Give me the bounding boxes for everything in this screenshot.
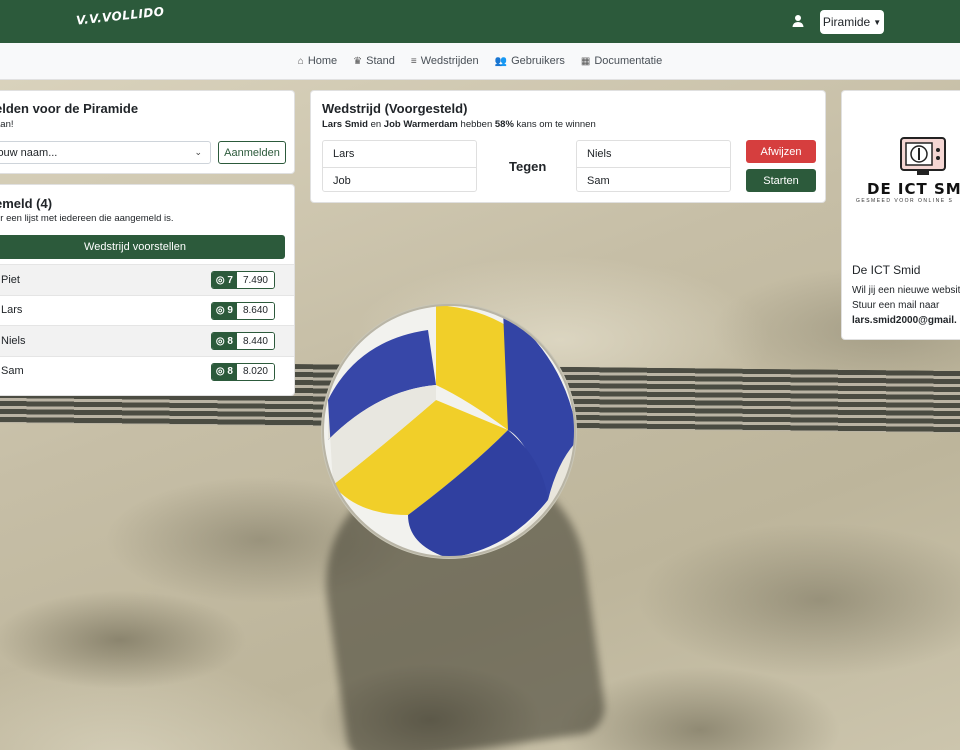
nav-documentatie-label: Documentatie: [594, 55, 663, 67]
player-score: 8.020: [236, 363, 274, 380]
match-win-chance: Lars Smid en Job Warmerdam hebben 58% ka…: [322, 119, 596, 130]
sponsor-line-2: Stuur een mail naar: [852, 300, 940, 311]
match-card: Wedstrijd (Voorgesteld) Lars Smid en Job…: [310, 90, 826, 203]
player-row[interactable]: Piet ◎ 7 7.490: [0, 264, 294, 295]
list-icon: ≡: [410, 55, 417, 67]
sponsor-text: Wil jij een nieuwe websit Stuur een mail…: [852, 283, 960, 328]
team-a: Lars Job: [322, 140, 477, 192]
player-rank-value: 8: [227, 366, 233, 377]
users-icon: 👥: [494, 55, 508, 67]
player-rank: ◎ 8: [211, 333, 237, 349]
signup-card: elden voor de Piramide aan! jouw naam...…: [0, 90, 295, 174]
nav-wedstrijden[interactable]: ≡ Wedstrijden: [411, 55, 479, 67]
home-icon: ⌂: [297, 55, 304, 67]
volleyball-icon: ◎: [215, 274, 225, 286]
player-row[interactable]: Lars ◎ 9 8.640: [0, 294, 294, 326]
match-player-b: Job Warmerdam: [383, 119, 458, 130]
match-verb: hebben: [460, 119, 493, 130]
player-score: 8.440: [236, 333, 274, 349]
volleyball-icon: ◎: [215, 366, 225, 377]
match-chance: 58%: [494, 119, 514, 130]
volleyball-icon: ◎: [215, 305, 225, 316]
monitor-icon: [900, 137, 946, 175]
player-score: 8.640: [236, 302, 274, 319]
nav-stand-label: Stand: [366, 55, 395, 67]
registered-card: emeld (4) er een lijst met iedereen die …: [0, 184, 295, 396]
player-rank: ◎ 7: [211, 272, 237, 288]
chevron-down-icon: ⌄: [194, 147, 202, 157]
reject-button[interactable]: Afwijzen: [746, 140, 816, 163]
volleyball-image: [321, 303, 577, 559]
crown-icon: ♛: [353, 55, 363, 67]
caret-down-icon: ▼: [873, 17, 882, 27]
sponsor-card[interactable]: DE ICT SMI GESMEED VOOR ONLINE S De ICT …: [841, 90, 960, 340]
name-select-value: jouw naam...: [0, 146, 58, 159]
team-b-player: Sam: [577, 167, 730, 193]
nav-wedstrijden-label: Wedstrijden: [420, 55, 479, 67]
player-list: Piet ◎ 7 7.490 Lars ◎ 9 8.640 Niels ◎ 8 …: [0, 264, 294, 387]
player-name: Piet: [1, 273, 20, 286]
player-row[interactable]: Sam ◎ 8 8.020: [0, 355, 294, 387]
signup-button[interactable]: Aanmelden: [218, 141, 286, 164]
sponsor-title: De ICT Smid: [852, 263, 921, 277]
player-name: Niels: [1, 334, 26, 347]
sponsor-tagline: GESMEED VOOR ONLINE S: [856, 198, 954, 204]
nav-gebruikers-label: Gebruikers: [511, 55, 565, 67]
team-b: Niels Sam: [576, 140, 731, 192]
sponsor-email[interactable]: lars.smid2000@gmail.: [852, 313, 960, 328]
piramide-dropdown[interactable]: Piramide ▼: [820, 10, 884, 34]
player-rating-badge: ◎ 8 8.020: [210, 362, 275, 381]
player-rating-badge: ◎ 8 8.440: [210, 332, 275, 350]
user-icon[interactable]: [791, 14, 805, 28]
name-select[interactable]: jouw naam... ⌄: [0, 141, 211, 164]
player-rank-value: 9: [227, 305, 233, 316]
player-rank-value: 8: [227, 335, 233, 347]
registered-title: emeld (4): [0, 196, 53, 211]
start-button[interactable]: Starten: [746, 169, 816, 192]
player-rank: ◎ 9: [211, 302, 237, 319]
registered-subtitle: er een lijst met iedereen die aangemeld …: [0, 213, 174, 224]
player-rating-badge: ◎ 7 7.490: [210, 271, 275, 289]
nav-documentatie[interactable]: ▦ Documentatie: [581, 55, 662, 67]
boxes-icon: ▦: [580, 55, 591, 67]
volleyball-icon: ◎: [215, 335, 225, 347]
top-bar: V.V.VOLLIDO Piramide ▼: [0, 0, 960, 43]
versus-label: Tegen: [509, 159, 547, 174]
team-a-player: Lars: [333, 148, 355, 160]
sponsor-line-1: Wil jij een nieuwe websit: [852, 285, 960, 296]
player-rating-badge: ◎ 9 8.640: [210, 301, 275, 320]
match-title: Wedstrijd (Voorgesteld): [322, 101, 468, 116]
nav-gebruikers[interactable]: 👥 Gebruikers: [495, 55, 565, 67]
signup-title: elden voor de Piramide: [0, 101, 139, 116]
player-rank: ◎ 8: [211, 363, 237, 380]
match-joiner: en: [370, 119, 382, 130]
sponsor-brand: DE ICT SMI: [867, 180, 960, 198]
player-row[interactable]: Niels ◎ 8 8.440: [0, 325, 294, 356]
propose-match-button[interactable]: Wedstrijd voorstellen: [0, 235, 285, 259]
vollido-logo[interactable]: V.V.VOLLIDO: [76, 4, 166, 27]
team-a-player: Job: [323, 167, 476, 193]
piramide-dropdown-label: Piramide: [822, 15, 871, 29]
player-rank-value: 7: [227, 274, 233, 286]
sponsor-logo: DE ICT SMI GESMEED VOOR ONLINE S: [842, 91, 960, 256]
nav-home-label: Home: [307, 55, 338, 67]
player-score: 7.490: [236, 272, 274, 288]
team-b-player: Niels: [587, 148, 612, 160]
nav-home[interactable]: ⌂ Home: [298, 55, 337, 67]
player-name: Lars: [1, 304, 23, 317]
nav-stand[interactable]: ♛ Stand: [353, 55, 395, 67]
signup-subtitle: aan!: [0, 119, 14, 130]
match-player-a: Lars Smid: [322, 119, 368, 130]
main-nav: ⌂ Home ♛ Stand ≡ Wedstrijden 👥 Gebruiker…: [0, 43, 960, 80]
player-name: Sam: [1, 365, 24, 378]
match-suffix: kans om te winnen: [516, 119, 596, 130]
